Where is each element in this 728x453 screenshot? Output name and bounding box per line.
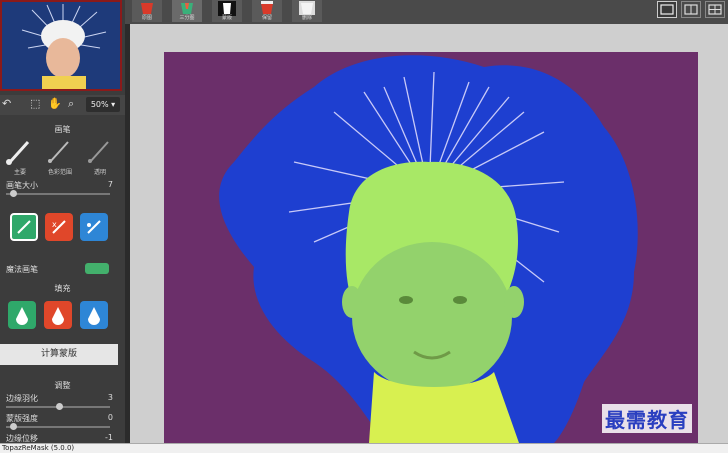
tab-delete[interactable]: 删除 — [292, 0, 322, 22]
slider-knob[interactable] — [10, 423, 17, 430]
bucket-keep-icon — [16, 307, 28, 325]
brush-section-title: 画笔 — [54, 125, 71, 134]
compute-mask-button[interactable]: 计算蒙版 — [0, 344, 118, 365]
mask-strength-slider[interactable] — [6, 423, 110, 430]
thumbnail-image — [2, 2, 120, 89]
quad-view-button[interactable] — [705, 1, 725, 18]
bucket-drop-icon — [52, 307, 64, 325]
hand-icon[interactable]: ✋ — [48, 97, 62, 110]
zoom-select[interactable]: 50% ▾ — [86, 97, 120, 112]
fill-compute-button[interactable] — [80, 301, 108, 329]
undo-icon[interactable]: ↶ — [2, 97, 11, 110]
svg-text:x: x — [52, 220, 57, 229]
split-view-button[interactable] — [681, 1, 701, 18]
trimap-picture — [164, 52, 698, 443]
single-view-button[interactable] — [657, 1, 677, 18]
watermark: 最需教育 — [602, 404, 692, 433]
quad-view-icon — [708, 4, 722, 15]
edge-feather-slider[interactable] — [6, 403, 110, 410]
brush-size-value: 7 — [107, 180, 113, 189]
adjust-section-title: 调整 — [54, 381, 71, 390]
fill-section-title: 填充 — [54, 284, 71, 293]
edge-feather-value: 3 — [107, 393, 113, 402]
brush-drop-icon: x — [52, 220, 66, 234]
edge-feather-label: 边缘羽化 — [6, 394, 38, 403]
tab-mask[interactable]: 蒙版 — [212, 0, 242, 22]
magic-brush-toggle[interactable] — [85, 263, 109, 274]
left-panel: ↶ ⬚ ✋ ⌕ 50% ▾ 画笔 主要 色彩范围 透明 画笔大小 7 x 魔法画… — [0, 0, 125, 443]
fill-drop-button[interactable] — [44, 301, 72, 329]
drop-brush-button[interactable]: x — [45, 213, 73, 241]
bucket-compute-icon — [88, 307, 100, 325]
zoom-icon[interactable]: ⌕ — [68, 97, 74, 111]
brush-transparent[interactable]: 透明 — [82, 136, 118, 176]
trimap-image[interactable] — [164, 52, 698, 443]
split-view-icon — [684, 4, 698, 15]
compute-brush-button[interactable] — [80, 213, 108, 241]
fill-keep-button[interactable] — [8, 301, 36, 329]
brush-transparent-icon — [88, 141, 109, 163]
edge-shift-value: -1 — [105, 433, 113, 442]
top-toolbar: 原图 三分图 蒙版 保留 删除 — [125, 0, 728, 24]
brush-compute-icon — [87, 220, 101, 234]
select-icon[interactable]: ⬚ — [30, 97, 40, 110]
brush-keep-icon — [17, 220, 31, 234]
single-view-icon — [660, 4, 674, 15]
tab-original[interactable]: 原图 — [132, 0, 162, 22]
slider-knob[interactable] — [10, 190, 17, 197]
brush-size-slider[interactable] — [6, 190, 110, 197]
brush-size-label: 画笔大小 — [6, 181, 38, 190]
mask-strength-label: 蒙版强度 — [6, 414, 38, 423]
brush-color-range[interactable]: 色彩范围 — [42, 136, 78, 176]
mask-strength-value: 0 — [107, 413, 113, 422]
brush-color-icon — [48, 141, 69, 163]
brush-main[interactable]: 主要 — [2, 136, 38, 176]
magic-brush-label: 魔法画笔 — [6, 265, 38, 274]
tab-trimap[interactable]: 三分图 — [172, 0, 202, 22]
keep-brush-button[interactable] — [10, 213, 38, 241]
slider-knob[interactable] — [56, 403, 63, 410]
tab-keep[interactable]: 保留 — [252, 0, 282, 22]
brush-main-icon — [6, 140, 30, 165]
navigator-thumbnail[interactable] — [0, 0, 122, 91]
